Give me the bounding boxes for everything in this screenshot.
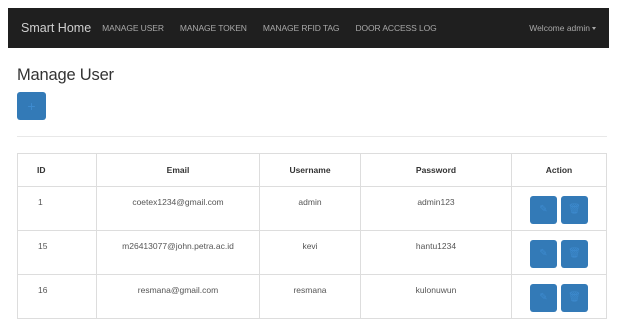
cell-id: 1 [17,186,97,231]
header-email: Email [96,153,260,187]
cell-password: hantu1234 [360,230,512,275]
top-navbar: Smart Home MANAGE USER MANAGE TOKEN MANA… [8,8,609,48]
cell-username: admin [259,186,361,231]
table-row: 15 m26413077@john.petra.ac.id kevi hantu… [17,230,607,275]
cell-email: resmana@gmail.com [96,274,260,319]
trash-icon: 🗑 [568,204,581,215]
cell-email: coetex1234@gmail.com [96,186,260,231]
cell-username: resmana [259,274,361,319]
trash-icon: 🗑 [568,292,581,303]
table-row: 16 resmana@gmail.com resmana kulonuwun ✎… [17,274,607,319]
cell-id: 16 [17,274,97,319]
brand-link[interactable]: Smart Home [21,21,91,35]
trash-icon: 🗑 [568,248,581,259]
add-user-button[interactable]: + [17,92,46,120]
edit-button[interactable]: ✎ [530,284,557,312]
delete-button[interactable]: 🗑 [561,196,588,224]
welcome-text: Welcome admin [529,23,590,33]
edit-button[interactable]: ✎ [530,196,557,224]
nav-manage-rfid-tag[interactable]: MANAGE RFID TAG [263,23,340,33]
delete-button[interactable]: 🗑 [561,284,588,312]
cell-action: ✎ 🗑 [511,186,607,231]
caret-down-icon [592,26,596,30]
cell-action: ✎ 🗑 [511,230,607,275]
table-row: 1 coetex1234@gmail.com admin admin123 ✎ … [17,186,607,231]
cell-email: m26413077@john.petra.ac.id [96,230,260,275]
header-action: Action [511,153,607,187]
header-id: ID [17,153,97,187]
cell-username: kevi [259,230,361,275]
cell-action: ✎ 🗑 [511,274,607,319]
nav-manage-user[interactable]: MANAGE USER [102,23,164,33]
delete-button[interactable]: 🗑 [561,240,588,268]
edit-button[interactable]: ✎ [530,240,557,268]
user-menu-dropdown[interactable]: Welcome admin [529,23,596,33]
nav-manage-token[interactable]: MANAGE TOKEN [180,23,247,33]
pencil-icon: ✎ [539,292,548,303]
divider [17,136,607,137]
cell-id: 15 [17,230,97,275]
pencil-icon: ✎ [539,204,548,215]
cell-password: admin123 [360,186,512,231]
header-username: Username [259,153,361,187]
cell-password: kulonuwun [360,274,512,319]
pencil-icon: ✎ [539,248,548,259]
users-table: ID Email Username Password Action 1 coet… [17,153,607,319]
header-password: Password [360,153,512,187]
table-header-row: ID Email Username Password Action [17,153,607,187]
page-title: Manage User [17,66,114,84]
plus-icon: + [27,98,36,114]
nav-door-access-log[interactable]: DOOR ACCESS LOG [355,23,436,33]
